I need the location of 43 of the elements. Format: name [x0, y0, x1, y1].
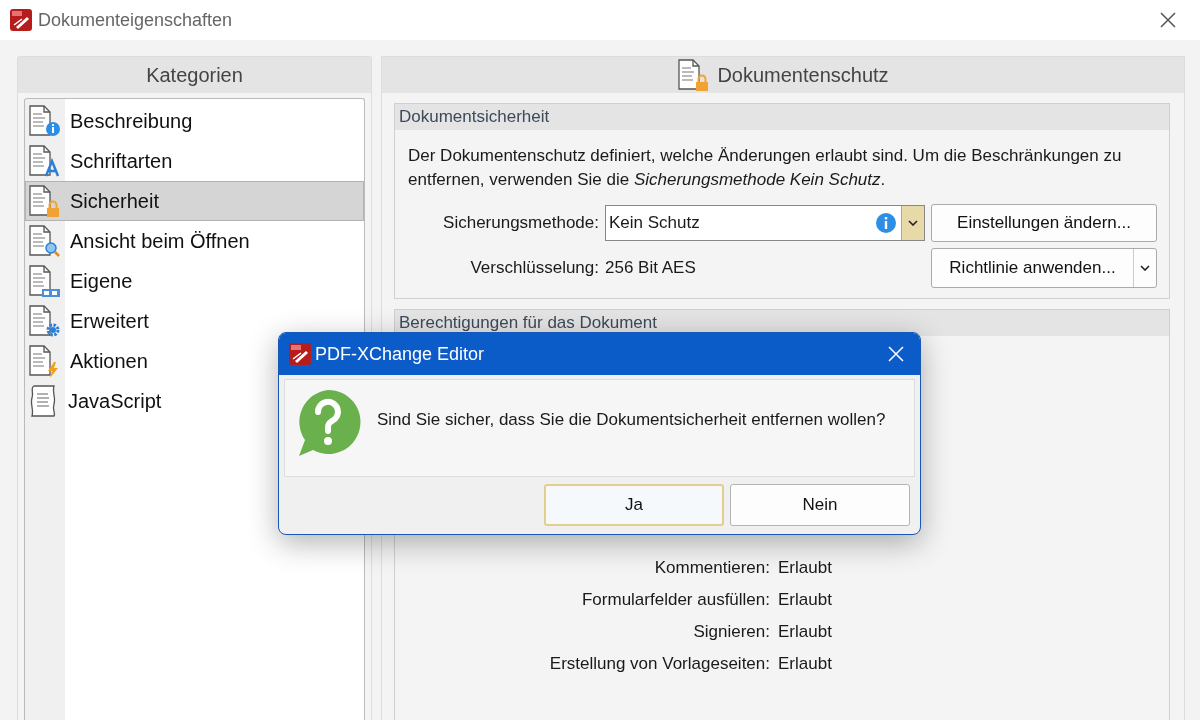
category-item[interactable]: Ansicht beim Öffnen: [25, 221, 364, 261]
dialog-title: PDF-XChange Editor: [315, 343, 486, 365]
permission-label: Erstellung von Vorlageseiten:: [548, 653, 771, 675]
info-icon: [875, 212, 897, 234]
field-label: Verschlüsselung:: [469, 258, 600, 278]
chevron-down-icon: [1140, 265, 1150, 271]
policy-split-button[interactable]: Richtlinie anwenden...: [931, 248, 1157, 288]
document-info-icon: [28, 104, 62, 138]
panel-header: Kategorien: [18, 57, 371, 93]
group-header: Dokumentsicherheit: [395, 104, 1169, 130]
category-item[interactable]: Schriftarten: [25, 141, 364, 181]
close-icon[interactable]: [888, 346, 904, 362]
description-text: Der Dokumentenschutz definiert, welche Änderungen erlaubt sind. Um die Beschränkungen zu entfernen, verwenden Sie die Sicherungsmethode Kein Schutz.: [408, 145, 1123, 191]
chevron-down-icon: [908, 220, 918, 226]
field-value: 256 Bit AES: [605, 258, 697, 278]
permission-value: Erlaubt: [778, 621, 833, 643]
document-font-icon: [28, 144, 62, 178]
category-item[interactable]: Erweitert: [25, 301, 364, 341]
permission-value: Erlaubt: [778, 589, 833, 611]
method-dropdown[interactable]: Kein Schutz: [605, 205, 925, 241]
field-label: Sicherungsmethode:: [442, 213, 600, 233]
category-item[interactable]: Eigene: [25, 261, 364, 301]
change-settings-button[interactable]: Einstellungen ändern...: [931, 204, 1157, 242]
permission-label: Formularfelder ausfüllen:: [580, 589, 771, 611]
document-gear-icon: [28, 304, 62, 338]
app-logo-icon: [10, 9, 32, 31]
document-lock-icon: [28, 184, 62, 218]
dialog-button[interactable]: Ja: [544, 484, 724, 526]
group-header: Berechtigungen für das Dokument: [395, 310, 1169, 336]
permission-label: Kommentieren:: [653, 557, 771, 579]
permission-value: Erlaubt: [778, 653, 833, 675]
permission-value: Erlaubt: [778, 557, 833, 579]
panel-title: Dokumentenschutz: [717, 63, 889, 87]
category-item[interactable]: JavaScript: [25, 381, 364, 421]
category-item[interactable]: Sicherheit: [25, 181, 364, 221]
window-title: Dokumenteigenschaften: [38, 9, 234, 31]
dialog-button[interactable]: Nein: [730, 484, 910, 526]
category-item[interactable]: Beschreibung: [25, 101, 364, 141]
document-form-icon: [28, 264, 62, 298]
document-search-icon: [28, 224, 62, 258]
permission-label: Signieren:: [692, 621, 771, 643]
app-logo-icon: [289, 343, 311, 365]
dialog-message: Sind Sie sicher, dass Sie die Dokumentsicherheit entfernen wollen?: [377, 410, 886, 430]
